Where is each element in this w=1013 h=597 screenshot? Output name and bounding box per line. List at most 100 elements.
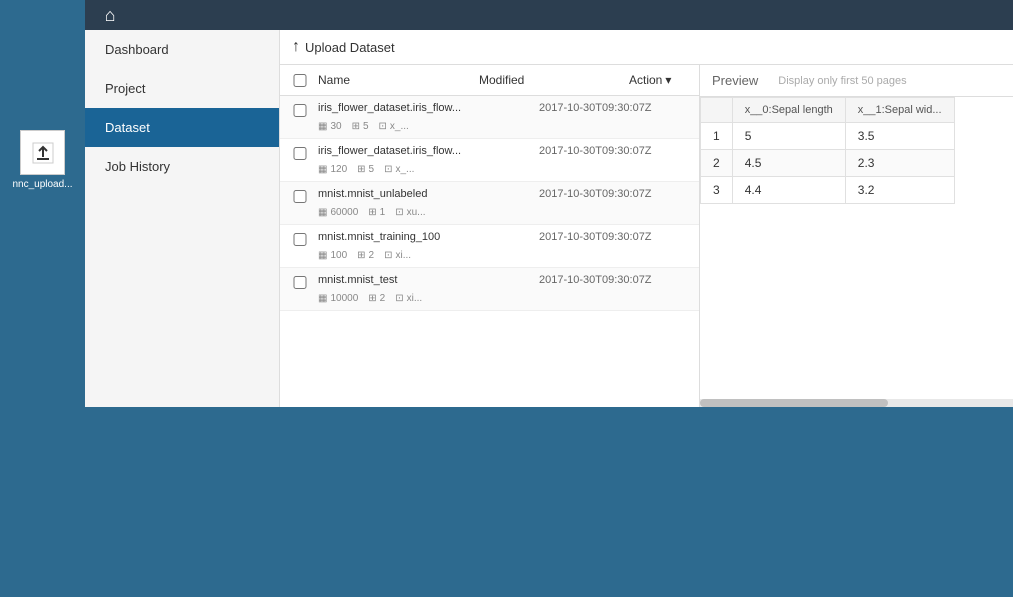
table-row: iris_flower_dataset.iris_flow... 2017-10… [280, 139, 699, 182]
preview-cell-col0-1: 4.5 [732, 150, 845, 177]
preview-scrollbar[interactable] [700, 399, 1013, 407]
preview-table: x__0:Sepal length x__1:Sepal wid... 1 5 … [700, 97, 955, 204]
preview-cell-col1-0: 3.5 [845, 123, 954, 150]
preview-cell-col1-1: 2.3 [845, 150, 954, 177]
home-icon: ⌂ [105, 5, 116, 26]
preview-cell-idx-2: 3 [701, 177, 733, 204]
preview-note: Display only first 50 pages [778, 75, 906, 87]
desktop-icon-upload[interactable]: nnc_upload... [10, 130, 75, 190]
rows-icon-4: ▦ [318, 293, 327, 304]
row-modified-0: 2017-10-30T09:30:07Z [539, 102, 689, 114]
sidebar: Dashboard Project Dataset Job History [85, 30, 280, 407]
table-header: Name Modified Action ▾ [280, 65, 699, 96]
row-checkbox-0[interactable] [290, 104, 310, 117]
col-action-header: Action ▾ [629, 73, 689, 87]
desktop-icon-box [20, 130, 65, 175]
rows-icon-2: ▦ [318, 207, 327, 218]
row-name-3[interactable]: mnist.mnist_training_100 [318, 231, 539, 243]
preview-col-header-1: x__1:Sepal wid... [845, 98, 954, 123]
main-content: Dashboard Project Dataset Job History ↑ … [85, 30, 1013, 407]
row-meta-file-1: ⊡ x_... [384, 164, 414, 175]
row-meta-cols-3: ⊞ 2 [357, 250, 374, 261]
row-meta-rows-4: ▦ 10000 [318, 293, 358, 304]
file-icon-0: ⊡ [379, 121, 387, 132]
row-modified-1: 2017-10-30T09:30:07Z [539, 145, 689, 157]
preview-title: Preview [712, 73, 758, 88]
sidebar-item-project[interactable]: Project [85, 69, 279, 108]
upload-file-icon [29, 139, 57, 167]
cols-icon-0: ⊞ [352, 121, 360, 132]
row-checkbox-3[interactable] [290, 233, 310, 246]
rows-icon-1: ▦ [318, 164, 327, 175]
app-window: ⌂ Dashboard Project Dataset Job History … [85, 0, 1013, 407]
row-checkbox-2[interactable] [290, 190, 310, 203]
sidebar-item-jobhistory[interactable]: Job History [85, 147, 279, 186]
table-area: Name Modified Action ▾ iris_flower_d [280, 65, 1013, 407]
table-row: mnist.mnist_training_100 2017-10-30T09:3… [280, 225, 699, 268]
preview-scrollbar-thumb[interactable] [700, 399, 888, 407]
sidebar-item-dashboard[interactable]: Dashboard [85, 30, 279, 69]
top-bar: ⌂ [85, 0, 1013, 30]
right-pane: ↑ Upload Dataset Name Modified [280, 30, 1013, 407]
preview-row-1: 2 4.5 2.3 [701, 150, 955, 177]
table-row: mnist.mnist_unlabeled 2017-10-30T09:30:0… [280, 182, 699, 225]
cols-icon-3: ⊞ [357, 250, 365, 261]
desktop: ⌂ Dashboard Project Dataset Job History … [0, 0, 1013, 597]
row-checkbox-1[interactable] [290, 147, 310, 160]
file-icon-4: ⊡ [395, 293, 403, 304]
cols-icon-4: ⊞ [368, 293, 376, 304]
rows-icon-3: ▦ [318, 250, 327, 261]
row-meta-cols-2: ⊞ 1 [368, 207, 385, 218]
file-icon-1: ⊡ [384, 164, 392, 175]
preview-row-0: 1 5 3.5 [701, 123, 955, 150]
preview-pane: Preview Display only first 50 pages x__0… [700, 65, 1013, 407]
upload-arrow-icon: ↑ [292, 38, 300, 56]
upload-label: Upload Dataset [305, 40, 395, 55]
row-modified-4: 2017-10-30T09:30:07Z [539, 274, 689, 286]
row-meta-rows-2: ▦ 60000 [318, 207, 358, 218]
row-meta-file-0: ⊡ x_... [379, 121, 409, 132]
row-meta-file-2: ⊡ xu... [395, 207, 425, 218]
row-meta-rows-3: ▦ 100 [318, 250, 347, 261]
sidebar-item-dataset[interactable]: Dataset [85, 108, 279, 147]
preview-cell-col0-0: 5 [732, 123, 845, 150]
row-meta-file-3: ⊡ xi... [384, 250, 411, 261]
row-meta-cols-1: ⊞ 5 [357, 164, 374, 175]
row-name-4[interactable]: mnist.mnist_test [318, 274, 539, 286]
desktop-icon-label: nnc_upload... [12, 179, 72, 190]
preview-cell-col0-2: 4.4 [732, 177, 845, 204]
col-name-header: Name [318, 73, 479, 87]
preview-cell-col1-2: 3.2 [845, 177, 954, 204]
preview-cell-idx-0: 1 [701, 123, 733, 150]
row-name-2[interactable]: mnist.mnist_unlabeled [318, 188, 539, 200]
upload-dataset-button[interactable]: ↑ Upload Dataset [292, 38, 395, 56]
preview-col-header-0: x__0:Sepal length [732, 98, 845, 123]
row-meta-cols-0: ⊞ 5 [352, 121, 369, 132]
home-button[interactable]: ⌂ [95, 0, 125, 30]
file-icon-2: ⊡ [395, 207, 403, 218]
row-meta-rows-0: ▦ 30 [318, 121, 342, 132]
preview-col-header-idx [701, 98, 733, 123]
rows-icon-0: ▦ [318, 121, 327, 132]
preview-table-wrap[interactable]: x__0:Sepal length x__1:Sepal wid... 1 5 … [700, 97, 1013, 399]
action-sort-icon: ▾ [665, 73, 671, 87]
file-icon-3: ⊡ [384, 250, 392, 261]
preview-row-2: 3 4.4 3.2 [701, 177, 955, 204]
preview-header: Preview Display only first 50 pages [700, 65, 1013, 97]
table-row: iris_flower_dataset.iris_flow... 2017-10… [280, 96, 699, 139]
row-meta-rows-1: ▦ 120 [318, 164, 347, 175]
table-row: mnist.mnist_test 2017-10-30T09:30:07Z ▦ … [280, 268, 699, 311]
row-checkbox-4[interactable] [290, 276, 310, 289]
row-name-1[interactable]: iris_flower_dataset.iris_flow... [318, 145, 539, 157]
cols-icon-2: ⊞ [368, 207, 376, 218]
preview-cell-idx-1: 2 [701, 150, 733, 177]
row-meta-file-4: ⊡ xi... [395, 293, 422, 304]
select-all-checkbox[interactable] [290, 74, 310, 87]
col-modified-header: Modified [479, 73, 629, 87]
cols-icon-1: ⊞ [357, 164, 365, 175]
row-modified-2: 2017-10-30T09:30:07Z [539, 188, 689, 200]
row-name-0[interactable]: iris_flower_dataset.iris_flow... [318, 102, 539, 114]
row-modified-3: 2017-10-30T09:30:07Z [539, 231, 689, 243]
dataset-table: Name Modified Action ▾ iris_flower_d [280, 65, 700, 407]
toolbar: ↑ Upload Dataset [280, 30, 1013, 65]
